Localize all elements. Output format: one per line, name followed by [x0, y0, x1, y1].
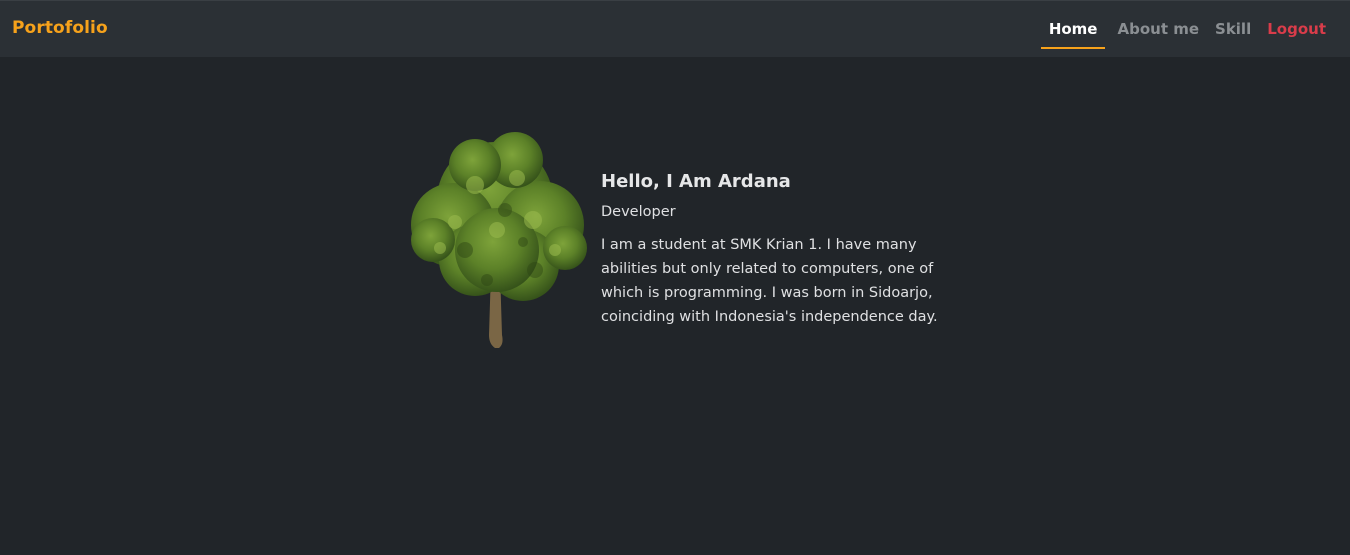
hero-text: Hello, I Am Ardana Developer I am a stud… — [601, 170, 951, 329]
tree-image — [411, 132, 587, 348]
nav-link-home[interactable]: Home — [1040, 1, 1106, 49]
hero-section: Hello, I Am Ardana Developer I am a stud… — [405, 130, 965, 360]
nav-links: Home About me Skill Logout — [1033, 1, 1330, 58]
hero-bio: I am a student at SMK Krian 1. I have ma… — [601, 237, 938, 325]
brand-link[interactable]: Portofolio — [12, 18, 108, 38]
nav-link-about-me[interactable]: About me — [1113, 1, 1203, 49]
hero-title: Hello, I Am Ardana — [601, 171, 791, 192]
nav-link-skill[interactable]: Skill — [1211, 1, 1255, 49]
nav-link-logout[interactable]: Logout — [1263, 1, 1330, 49]
hero-role: Developer — [601, 204, 676, 220]
navbar: Portofolio Home About me Skill Logout — [0, 0, 1350, 57]
